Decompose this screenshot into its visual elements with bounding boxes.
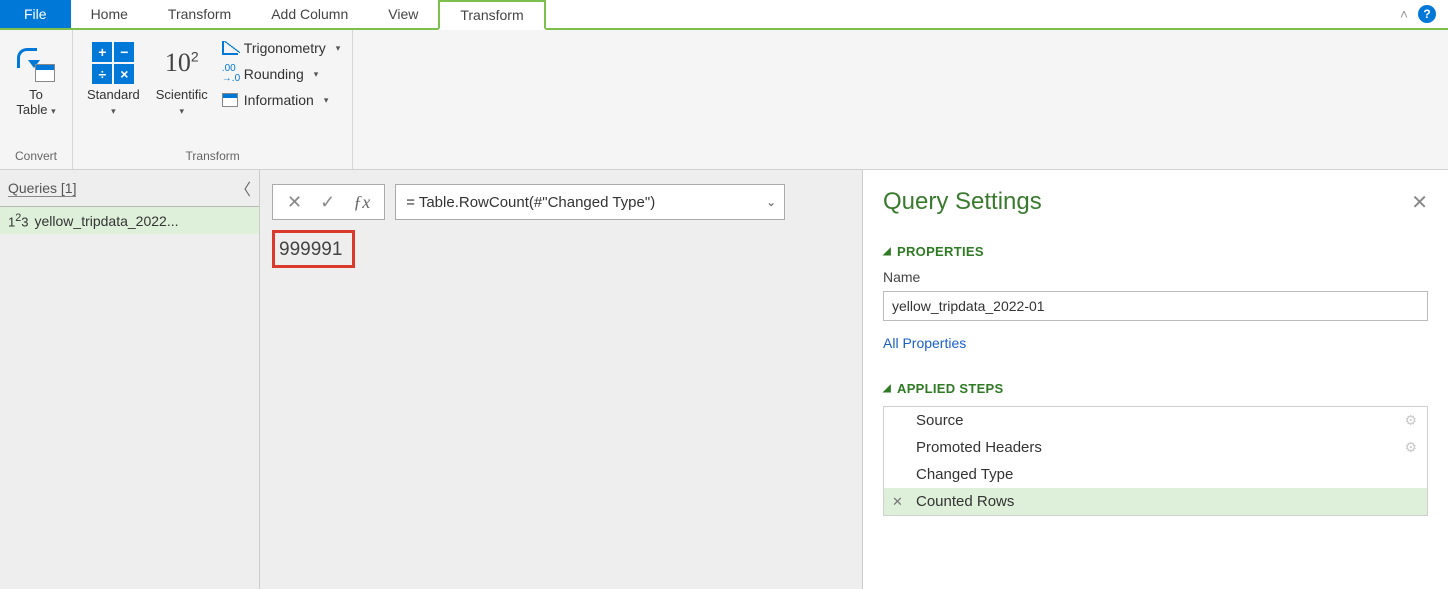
ribbon-group-transform: +−÷× Standard▾ 102 Scientific▾ Trigonome… bbox=[73, 30, 353, 169]
all-properties-link[interactable]: All Properties bbox=[883, 335, 966, 351]
rounding-button[interactable]: .00→.0 Rounding bbox=[218, 62, 344, 86]
applied-step-promoted-headers[interactable]: Promoted Headers ⚙ bbox=[884, 434, 1427, 461]
ribbon-group-convert: To Table ▾ Convert bbox=[0, 30, 73, 169]
formula-text: = Table.RowCount(#"Changed Type") bbox=[406, 194, 655, 211]
tab-view[interactable]: View bbox=[368, 0, 438, 28]
tab-add-column[interactable]: Add Column bbox=[251, 0, 368, 28]
ribbon-group-transform-label: Transform bbox=[186, 147, 240, 167]
close-icon[interactable]: ✕ bbox=[1411, 190, 1428, 215]
fx-icon[interactable]: ƒx bbox=[353, 192, 370, 213]
query-item-label: yellow_tripdata_2022... bbox=[35, 213, 179, 229]
step-label: Source bbox=[916, 412, 964, 429]
gear-icon[interactable]: ⚙ bbox=[1404, 412, 1417, 429]
ribbon: To Table ▾ Convert +−÷× Standard▾ 102 Sc… bbox=[0, 30, 1448, 170]
tab-home[interactable]: Home bbox=[71, 0, 148, 28]
number-type-icon: 123 bbox=[8, 212, 29, 229]
step-label: Changed Type bbox=[916, 466, 1013, 483]
applied-step-changed-type[interactable]: Changed Type bbox=[884, 461, 1427, 488]
applied-steps-list: Source ⚙ Promoted Headers ⚙ Changed Type… bbox=[883, 406, 1428, 516]
ribbon-group-convert-label: Convert bbox=[15, 147, 57, 167]
trigonometry-button[interactable]: Trigonometry bbox=[218, 38, 344, 58]
query-settings-title: Query Settings bbox=[883, 188, 1042, 216]
to-table-label: To Table ▾ bbox=[16, 88, 55, 118]
tab-transform[interactable]: Transform bbox=[148, 0, 251, 28]
formula-bar[interactable]: = Table.RowCount(#"Changed Type") ⌄ bbox=[395, 184, 785, 220]
applied-steps-label: APPLIED STEPS bbox=[897, 381, 1003, 396]
ribbon-tab-bar: File Home Transform Add Column View Tran… bbox=[0, 0, 1448, 30]
scientific-icon: 102 bbox=[165, 48, 199, 78]
to-table-button[interactable]: To Table ▾ bbox=[8, 34, 64, 122]
formula-expand-icon[interactable]: ⌄ bbox=[766, 195, 776, 209]
rounding-label: Rounding bbox=[244, 66, 304, 82]
query-name-input[interactable] bbox=[883, 291, 1428, 321]
body: Queries [1] 〈 123 yellow_tripdata_2022..… bbox=[0, 170, 1448, 589]
delete-step-icon[interactable]: ✕ bbox=[892, 494, 903, 510]
result-value: 999991 bbox=[272, 230, 355, 268]
information-label: Information bbox=[244, 92, 314, 108]
applied-steps-section[interactable]: ◢ APPLIED STEPS bbox=[883, 381, 1428, 396]
to-table-icon bbox=[17, 44, 55, 82]
queries-header: Queries [1] 〈 bbox=[0, 170, 259, 207]
trigonometry-label: Trigonometry bbox=[244, 40, 326, 56]
standard-label: Standard bbox=[87, 87, 140, 102]
triangle-down-icon: ◢ bbox=[883, 383, 891, 394]
cancel-formula-icon[interactable]: ✕ bbox=[287, 192, 302, 213]
help-icon[interactable]: ? bbox=[1418, 5, 1436, 23]
query-item[interactable]: 123 yellow_tripdata_2022... bbox=[0, 207, 259, 234]
queries-pane: Queries [1] 〈 123 yellow_tripdata_2022..… bbox=[0, 170, 260, 589]
query-settings-pane: Query Settings ✕ ◢ PROPERTIES Name All P… bbox=[863, 170, 1448, 589]
formula-controls: ✕ ✓ ƒx bbox=[272, 184, 385, 220]
tab-file[interactable]: File bbox=[0, 0, 71, 28]
information-button[interactable]: Information bbox=[218, 90, 344, 110]
step-label: Counted Rows bbox=[916, 493, 1014, 510]
name-field-label: Name bbox=[883, 269, 1428, 285]
information-icon bbox=[222, 93, 238, 107]
confirm-formula-icon[interactable]: ✓ bbox=[320, 192, 335, 213]
trigonometry-icon bbox=[222, 41, 238, 55]
main-pane: ✕ ✓ ƒx = Table.RowCount(#"Changed Type")… bbox=[260, 170, 863, 589]
applied-step-counted-rows[interactable]: ✕ Counted Rows bbox=[884, 488, 1427, 515]
scientific-button[interactable]: 102 Scientific▾ bbox=[150, 34, 214, 122]
queries-title: Queries [1] bbox=[8, 180, 76, 197]
gear-icon[interactable]: ⚙ bbox=[1404, 439, 1417, 456]
properties-section[interactable]: ◢ PROPERTIES bbox=[883, 244, 1428, 259]
standard-icon: +−÷× bbox=[92, 42, 134, 84]
step-label: Promoted Headers bbox=[916, 439, 1042, 456]
queries-collapse-icon[interactable]: 〈 bbox=[235, 176, 251, 200]
rounding-icon: .00→.0 bbox=[222, 64, 238, 84]
triangle-down-icon: ◢ bbox=[883, 246, 891, 257]
scientific-label: Scientific bbox=[156, 87, 208, 102]
properties-label: PROPERTIES bbox=[897, 244, 984, 259]
applied-step-source[interactable]: Source ⚙ bbox=[884, 407, 1427, 434]
collapse-ribbon-icon[interactable]: ˄ bbox=[1400, 6, 1408, 22]
standard-button[interactable]: +−÷× Standard▾ bbox=[81, 34, 146, 122]
tab-transform-contextual[interactable]: Transform bbox=[438, 0, 545, 30]
